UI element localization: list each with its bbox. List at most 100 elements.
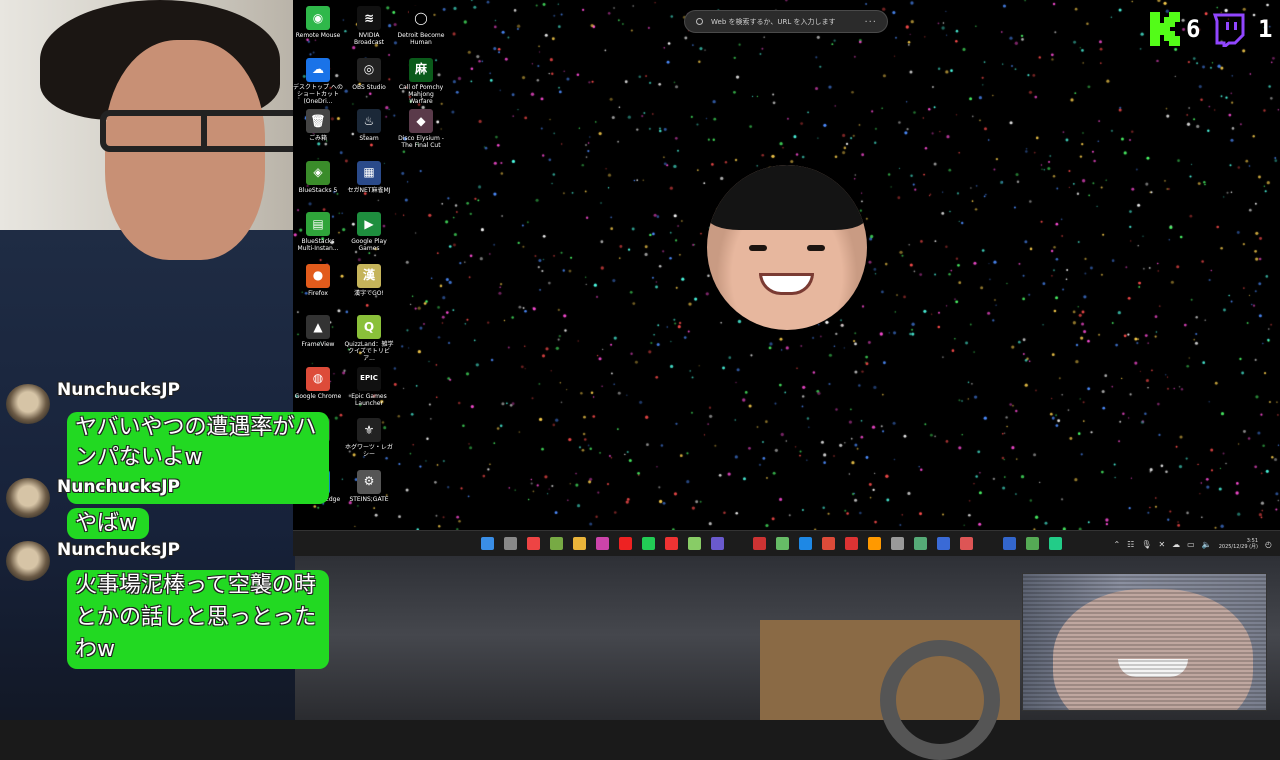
- desktop-icon[interactable]: ☁ デスクトップ へのショートカット (OneDri...: [293, 54, 343, 105]
- desktop-icon-label: Google Chrome: [294, 392, 342, 400]
- desktop-icon[interactable]: 麻 Call of Pomchy Mahjong Warfare: [396, 54, 446, 105]
- desktop-icon[interactable]: ◯ Detroit Become Human: [396, 2, 446, 46]
- desktop-icon-label: Call of Pomchy Mahjong Warfare: [398, 83, 444, 105]
- taskbar-app-icon[interactable]: [822, 537, 835, 550]
- steering-wheel: [880, 640, 1000, 760]
- taskbar-clock[interactable]: 3:51 2025/12/29 (月): [1219, 538, 1258, 550]
- left-eye: [749, 245, 767, 251]
- taskbar-app-icon[interactable]: [937, 537, 950, 550]
- taskbar-app-icon[interactable]: [573, 537, 586, 550]
- chat-bubble: やばw: [67, 508, 149, 539]
- desktop-icon-label: Detroit Become Human: [397, 32, 445, 46]
- chat-text-line: ンパないよw: [75, 445, 203, 470]
- desktop-icon-label: BlueStacks Multi-Instan...: [297, 238, 339, 252]
- app-icon: ◉: [306, 6, 330, 30]
- desktop-icon[interactable]: ◍ Google Chrome: [293, 363, 343, 400]
- taskbar-app-icon[interactable]: [868, 537, 881, 550]
- desktop-icon-label: NVIDIA Broadcast: [353, 32, 385, 46]
- chat-avatar: [6, 541, 50, 581]
- taskbar-app-icon[interactable]: [1003, 537, 1016, 550]
- taskbar-app-icon[interactable]: [753, 537, 766, 550]
- desktop-icon[interactable]: EPIC Epic Games Launcher: [344, 363, 394, 407]
- app-icon: 漢: [357, 263, 381, 288]
- network-icon[interactable]: ☷: [1127, 540, 1134, 549]
- app-icon: ▦: [357, 160, 381, 185]
- taskbar-app-icon[interactable]: [799, 537, 812, 550]
- twitch-viewer-count: 1: [1258, 15, 1273, 43]
- chat-text-line: やばw: [75, 511, 137, 536]
- app-icon: ☁: [306, 57, 330, 82]
- desktop-icon[interactable]: Q QuizzLand：雑学クイズでトリビア...: [344, 311, 394, 362]
- desktop-icon[interactable]: ▦ セガNET麻雀MJ: [344, 157, 394, 194]
- taskbar-app-icon[interactable]: [665, 537, 678, 550]
- desktop-capture: ◉ Remote Mouse ≋ NVIDIA Broadcast ◯ Detroit B…: [293, 0, 1280, 556]
- desktop-icon-label: ごみ箱: [308, 135, 327, 142]
- desktop-icon[interactable]: 🗑 ごみ箱: [293, 105, 343, 142]
- desktop-icon[interactable]: ≋ NVIDIA Broadcast: [344, 2, 394, 46]
- more-icon[interactable]: ···: [864, 11, 877, 34]
- desktop-icon[interactable]: ◎ OBS Studio: [344, 54, 394, 91]
- taskbar-app-icon[interactable]: [776, 537, 789, 550]
- battery-icon[interactable]: ▭: [1187, 540, 1195, 549]
- kick-viewer-count: 6: [1186, 15, 1201, 43]
- desktop-icon-label: Firefox: [308, 289, 328, 297]
- app-icon: ◈: [306, 160, 330, 185]
- desktop-icon[interactable]: ◆ Disco Elysium - The Final Cut: [396, 105, 446, 149]
- app-icon: ▲: [306, 315, 330, 339]
- app-icon: EPIC: [357, 366, 381, 391]
- desktop-icon[interactable]: ◉ Remote Mouse: [293, 2, 343, 39]
- desktop-icon[interactable]: ♨ Steam: [344, 105, 394, 142]
- desktop-icon-label: Steam: [359, 135, 379, 142]
- desktop-icon[interactable]: ⚙ STEINS;GATE: [344, 466, 394, 503]
- app-icon: Q: [357, 315, 381, 339]
- notification-icon[interactable]: ◴: [1265, 540, 1272, 549]
- desktop-icon[interactable]: 漢漢字でGO!: [344, 260, 394, 297]
- desktop-icon[interactable]: ▤ BlueStacks Multi-Instan...: [293, 208, 343, 252]
- desktop-icon[interactable]: ● Firefox: [293, 260, 343, 297]
- taskbar-app-icon[interactable]: [688, 537, 701, 550]
- desktop-icon-label: Epic Games Launcher: [351, 392, 387, 407]
- taskbar-app-icon[interactable]: [527, 537, 540, 550]
- chevron-up-icon[interactable]: ⌃: [1113, 540, 1120, 549]
- app-icon: ♨: [357, 109, 381, 133]
- microphone-icon[interactable]: 🎙: [1141, 540, 1151, 549]
- taskbar-app-icon[interactable]: [1049, 537, 1062, 550]
- app-icon: ◎: [357, 57, 381, 82]
- taskbar-app-icon[interactable]: [891, 537, 904, 550]
- taskbar-app-icon[interactable]: [504, 537, 517, 550]
- chat-text-line: ヤバいやつの遭遇率がハ: [75, 415, 317, 440]
- taskbar-app-icon[interactable]: [914, 537, 927, 550]
- taskbar-app-icon[interactable]: [596, 537, 609, 550]
- desktop-icon-label: BlueStacks 5: [298, 186, 338, 194]
- start-icon[interactable]: [481, 537, 494, 550]
- close-icon[interactable]: ✕: [1158, 540, 1165, 549]
- desktop-icon[interactable]: ⚜ ホグワーツ・レガシー: [344, 414, 394, 458]
- app-icon: ⚙: [357, 469, 381, 494]
- taskbar-app-icon[interactable]: [711, 537, 724, 550]
- chat-bubble: 火事場泥棒って空襲の時 とかの話しと思っとった わw: [67, 570, 329, 669]
- desktop-icon-label: Disco Elysium - The Final Cut: [398, 135, 444, 149]
- right-eye: [807, 245, 825, 251]
- app-icon: ◆: [409, 109, 433, 133]
- taskbar-app-icon[interactable]: [845, 537, 858, 550]
- desktop-icon[interactable]: ▲ FrameView: [293, 311, 343, 348]
- chat-username: NunchucksJP: [57, 477, 181, 497]
- app-icon: 麻: [409, 57, 433, 82]
- face-camera-circle: [707, 165, 867, 330]
- desktop-icon[interactable]: ◈ BlueStacks 5: [293, 157, 343, 194]
- taskbar-app-icon[interactable]: [550, 537, 563, 550]
- desktop-icon-label: OBS Studio: [352, 83, 386, 91]
- taskbar-app-icon[interactable]: [619, 537, 632, 550]
- onedrive-icon[interactable]: ☁: [1172, 540, 1180, 549]
- taskbar-app-icon[interactable]: [960, 537, 973, 550]
- desktop-icon-label: Google Play Games: [351, 238, 387, 252]
- taskbar-app-icon[interactable]: [642, 537, 655, 550]
- taskbar-app-icon[interactable]: [1026, 537, 1039, 550]
- chat-avatar: [6, 478, 50, 518]
- app-icon: ▶: [357, 212, 381, 236]
- browser-search-bar[interactable]: Web を検索するか、URL を入力します ···: [684, 10, 888, 33]
- search-icon: [696, 18, 703, 25]
- desktop-icon[interactable]: ▶ Google Play Games: [344, 208, 394, 252]
- volume-icon[interactable]: 🔈: [1202, 540, 1212, 549]
- guest-hair: [707, 165, 867, 230]
